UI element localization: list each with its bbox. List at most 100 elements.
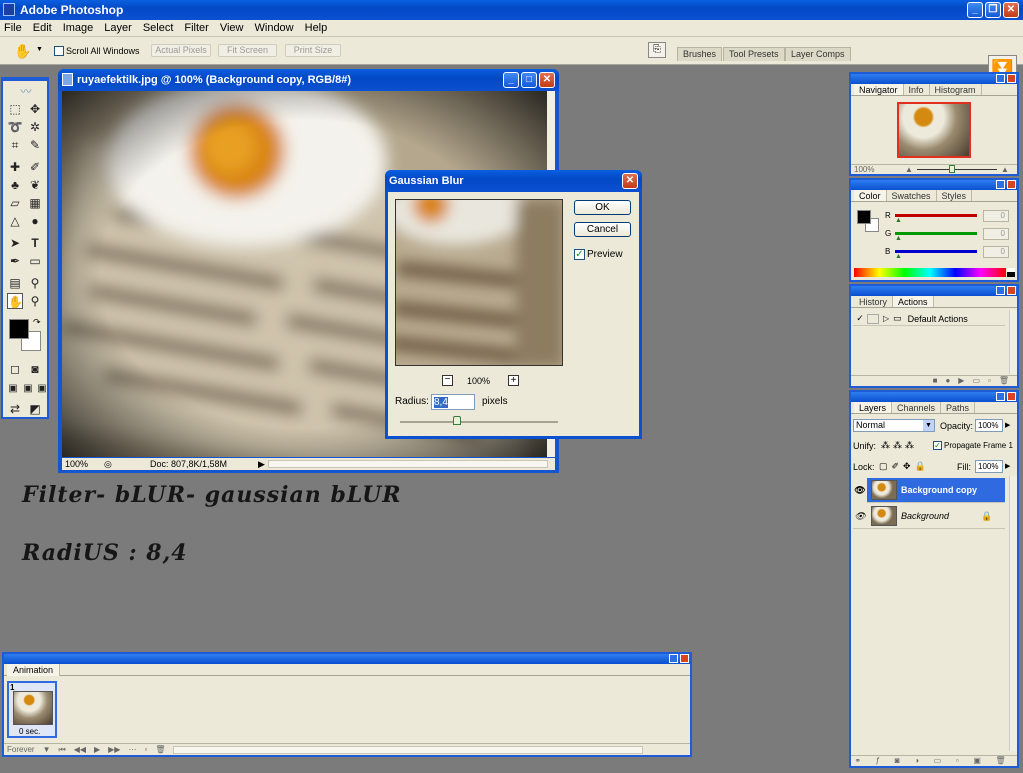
color-slider-r[interactable]: R ▲ 0 (885, 210, 1017, 224)
navigator-zoom-value[interactable]: 100% (854, 165, 874, 174)
radius-input[interactable]: 8,4 (431, 394, 475, 410)
navigator-slider-thumb[interactable] (949, 165, 955, 173)
eyedropper-tool-icon[interactable]: ⚲ (27, 275, 43, 291)
value-b[interactable]: 0 (983, 246, 1009, 258)
opacity-input[interactable]: 100% (975, 419, 1003, 432)
color-slider-b[interactable]: B ▲ 0 (885, 246, 1017, 260)
propagate-frame-checkbox[interactable]: ✓ (933, 441, 942, 450)
adjustment-layer-icon[interactable]: ◑ (914, 756, 919, 766)
tab-color[interactable]: Color (854, 190, 887, 201)
animation-scrollbar[interactable] (173, 745, 644, 754)
color-close-icon[interactable] (1007, 180, 1016, 189)
radius-slider-thumb[interactable] (453, 416, 461, 425)
menu-edit[interactable]: Edit (33, 22, 52, 34)
preview-checkbox[interactable]: ✓ (574, 249, 585, 260)
action-dialog-toggle[interactable] (867, 313, 879, 324)
animation-minimize-icon[interactable] (669, 654, 678, 663)
animation-frame-1[interactable]: 1 0 sec. (7, 681, 57, 738)
minimize-icon[interactable]: _ (967, 2, 983, 18)
history-brush-tool-icon[interactable]: ❦ (27, 177, 43, 193)
hand-tool-icon[interactable]: ✋ (7, 293, 23, 309)
menu-filter[interactable]: Filter (184, 22, 208, 34)
opacity-arrow-icon[interactable]: ▶ (1005, 421, 1010, 429)
hand-tool-icon[interactable]: ✋ (14, 43, 31, 60)
magic-wand-tool-icon[interactable]: ✲ (27, 119, 43, 135)
document-horizontal-scrollbar[interactable] (268, 460, 548, 468)
menu-image[interactable]: Image (63, 22, 94, 34)
link-layers-icon[interactable]: ⚭ (854, 756, 861, 766)
previous-frame-icon[interactable]: ◀◀ (74, 745, 86, 754)
gradient-tool-icon[interactable]: ▦ (27, 195, 43, 211)
restore-icon[interactable]: ❐ (985, 2, 1001, 18)
crop-tool-icon[interactable]: ⌗ (7, 137, 23, 153)
tool-preset-chevron-icon[interactable]: ▼ (36, 46, 43, 53)
dialog-close-icon[interactable]: ✕ (622, 173, 638, 189)
slider-track-b[interactable] (895, 250, 977, 253)
doc-minimize-icon[interactable]: _ (503, 72, 519, 88)
play-icon[interactable]: ▶ (958, 376, 964, 386)
delete-frame-icon[interactable]: 🗑 (155, 745, 165, 754)
layer-row-background[interactable]: 👁 Background 🔒 (853, 504, 1005, 529)
close-icon[interactable]: ✕ (1003, 2, 1019, 18)
tab-actions[interactable]: Actions (893, 296, 934, 307)
status-menu-arrow-icon[interactable]: ▶ (258, 458, 265, 470)
dodge-tool-icon[interactable]: ● (27, 213, 43, 229)
layer-mask-icon[interactable]: ◙ (895, 756, 900, 766)
duplicate-frame-icon[interactable]: ▫ (144, 745, 147, 754)
navigator-zoom-slider[interactable] (917, 169, 997, 170)
action-toggle-check-icon[interactable]: ✓ (853, 313, 867, 324)
visibility-eye-icon[interactable]: 👁 (853, 511, 867, 522)
navigator-zoom-out-icon[interactable]: ▲ (905, 165, 913, 174)
blur-tool-icon[interactable]: △ (7, 213, 23, 229)
menu-view[interactable]: View (220, 22, 244, 34)
move-tool-icon[interactable]: ✥ (27, 101, 43, 117)
animation-close-icon[interactable] (680, 654, 689, 663)
first-frame-icon[interactable]: ⏮ (58, 745, 65, 755)
blend-mode-dropdown-icon[interactable]: ▼ (923, 420, 934, 431)
next-frame-icon[interactable]: ▶▶ (108, 745, 120, 754)
screen-mode-icon[interactable]: ▣ (5, 381, 21, 397)
radius-slider-track[interactable] (400, 421, 558, 423)
visibility-eye-icon[interactable]: 👁 (853, 477, 867, 503)
navigator-zoom-in-icon[interactable]: ▲ (1001, 165, 1009, 174)
print-size-button[interactable]: Print Size (285, 44, 341, 57)
delete-layer-icon[interactable]: 🗑 (996, 756, 1006, 766)
navigator-thumbnail[interactable] (897, 102, 971, 158)
tab-animation[interactable]: Animation (7, 664, 61, 676)
well-tab-layer-comps[interactable]: Layer Comps (785, 47, 851, 61)
blend-mode-select[interactable]: Normal ▼ (853, 419, 935, 432)
tab-channels[interactable]: Channels (892, 402, 942, 413)
type-tool-icon[interactable]: T (27, 235, 43, 251)
record-icon[interactable]: ● (945, 376, 950, 386)
layer-row-background-copy[interactable]: 👁 Background copy (853, 477, 1005, 503)
tab-info[interactable]: Info (904, 84, 930, 95)
tab-styles[interactable]: Styles (937, 190, 973, 201)
lock-options-icons[interactable]: ▢✐✥🔒 (879, 461, 930, 472)
play-animation-icon[interactable]: ▶ (94, 745, 100, 754)
new-action-icon[interactable]: ▫ (988, 376, 991, 386)
full-screen-mode-icon[interactable]: ▣ (34, 381, 50, 397)
unify-icons[interactable]: ⁂⁂⁂ (881, 440, 917, 451)
menu-file[interactable]: File (4, 22, 22, 34)
actions-close-icon[interactable] (1007, 286, 1016, 295)
tab-layers[interactable]: Layers (854, 402, 893, 413)
layers-close-icon[interactable] (1007, 392, 1016, 401)
actions-scrollbar[interactable] (1009, 310, 1017, 374)
shape-tool-icon[interactable]: ▭ (27, 253, 43, 269)
cancel-button[interactable]: Cancel (574, 222, 631, 237)
well-tab-tool-presets[interactable]: Tool Presets (723, 47, 785, 61)
doc-maximize-icon[interactable]: □ (521, 72, 537, 88)
scroll-all-checkbox[interactable] (54, 46, 64, 56)
document-zoom-field[interactable]: 100% (65, 458, 88, 470)
menu-window[interactable]: Window (255, 22, 294, 34)
action-set-row[interactable]: ✓ ▷ ▭ Default Actions (853, 312, 1005, 326)
slider-thumb-r[interactable]: ▲ (895, 217, 902, 224)
loop-select[interactable]: Forever (7, 745, 35, 754)
menu-layer[interactable]: Layer (104, 22, 132, 34)
ok-button[interactable]: OK (574, 200, 631, 215)
tab-swatches[interactable]: Swatches (887, 190, 937, 201)
slice-tool-icon[interactable]: ✎ (27, 137, 43, 153)
slider-track-g[interactable] (895, 232, 977, 235)
delete-action-icon[interactable]: 🗑 (999, 376, 1009, 386)
menu-select[interactable]: Select (143, 22, 174, 34)
